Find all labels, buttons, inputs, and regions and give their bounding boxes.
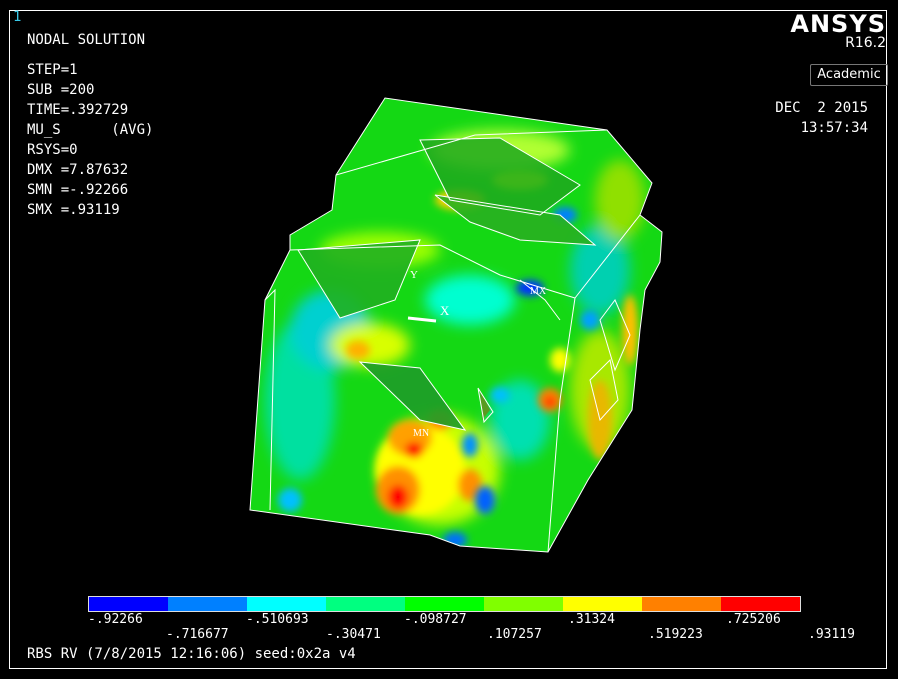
legend-label-4: -.30471	[326, 627, 381, 642]
x-axis-label: X	[440, 303, 450, 318]
model-contour-fill	[250, 98, 662, 552]
legend-label-8: .519223	[648, 627, 703, 642]
legend-band-4	[326, 597, 405, 611]
legend-label-10: .93119	[808, 627, 855, 642]
max-marker: MX	[530, 286, 547, 297]
y-axis-label: Y	[410, 269, 418, 281]
legend-label-5: -.098727	[404, 612, 467, 627]
legend-label-7: .31324	[568, 612, 615, 627]
legend-label-1: -.92266	[88, 612, 143, 627]
legend-band-8	[642, 597, 721, 611]
legend-label-2: -.716677	[166, 627, 229, 642]
legend-band-2	[168, 597, 247, 611]
legend-band-6	[484, 597, 563, 611]
contour-legend-bar	[88, 596, 801, 612]
plot-subtitle: RBS RV (7/8/2015 12:16:06) seed:0x2a v4	[27, 646, 356, 662]
legend-band-1	[89, 597, 168, 611]
legend-band-3	[247, 597, 326, 611]
legend-band-5	[405, 597, 484, 611]
legend-label-9: .725206	[726, 612, 781, 627]
legend-band-7	[563, 597, 642, 611]
legend-label-3: -.510693	[246, 612, 309, 627]
min-marker: MN	[413, 428, 429, 439]
legend-label-6: .107257	[487, 627, 542, 642]
legend-band-9	[721, 597, 800, 611]
contour-plot-model[interactable]: X Y MX MN	[0, 0, 898, 679]
